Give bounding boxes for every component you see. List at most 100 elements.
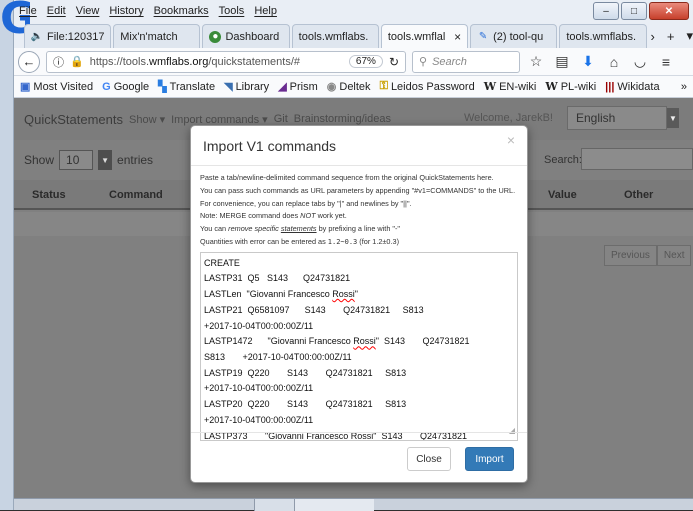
tab-label: File:120317 (47, 30, 105, 43)
dialog-header: Import V1 commands × (191, 126, 527, 166)
search-icon: ⚲ (419, 56, 428, 68)
help-line: You can remove specific statements by pr… (200, 224, 401, 234)
key-icon: ⚿ (379, 80, 388, 92)
reading-list-icon[interactable]: ▤ (552, 52, 572, 72)
bookmark-wikidata[interactable]: ||| Wikidata (605, 81, 659, 93)
col-command[interactable]: Command (109, 189, 163, 201)
hamburger-menu-icon[interactable]: ≡ (656, 52, 676, 72)
import-button[interactable]: Import (465, 447, 514, 471)
tab-label: tools.wmflabs. (298, 30, 369, 43)
help-line: Note: MERGE command does NOT work yet. (200, 211, 347, 221)
nav-import[interactable]: Import commands ▾ (171, 113, 268, 126)
search-field[interactable]: ⚲ Search (412, 50, 520, 73)
table-search-label: Search: (544, 154, 582, 166)
bookmark-en-wiki[interactable]: W EN-wiki (484, 80, 537, 93)
taskbar-segment (294, 499, 374, 511)
deltek-icon: ◉ (326, 81, 337, 93)
pocket-icon[interactable]: ◡ (630, 52, 650, 72)
bookmark-star-icon[interactable]: ☆ (526, 52, 546, 72)
home-icon[interactable]: ⌂ (604, 52, 624, 72)
menu-history[interactable]: History (109, 5, 143, 17)
tab-tool-qu[interactable]: ✎ (2) tool-qu (470, 24, 558, 48)
bottom-taskbar (14, 498, 693, 511)
back-arrow-icon[interactable]: ← (18, 50, 40, 73)
commands-text: CREATE LASTP31 Q5 S143 Q24731821 LASTLen… (204, 257, 470, 441)
help-line: For convenience, you can replace tabs by… (200, 198, 412, 208)
tab-tools-1[interactable]: tools.wmflabs. (291, 24, 379, 48)
nav-toolbar: ← ⓘ 🔒 https://tools.wmflabs.org/quicksta… (14, 48, 693, 76)
menu-file[interactable]: File (19, 5, 37, 17)
commands-textarea[interactable]: CREATE LASTP31 Q5 S143 Q24731821 LASTLen… (200, 251, 518, 441)
bookmark-pl-wiki[interactable]: W PL-wiki (545, 80, 596, 93)
tab-tools-2[interactable]: tools.wmflabs. (559, 24, 647, 48)
prism-icon: ◢ (278, 81, 287, 93)
wikipedia-icon: W (483, 80, 497, 93)
bookmark-google[interactable]: G Google (102, 81, 149, 93)
entries-select[interactable]: 10 (59, 150, 94, 170)
speaker-icon: 🔈 (30, 31, 44, 42)
bookmark-leidos[interactable]: ⚿ Leidos Password (380, 80, 475, 93)
col-other[interactable]: Other (624, 189, 653, 201)
language-select[interactable]: English (567, 106, 667, 130)
minimize-button[interactable]: – (593, 2, 619, 20)
tab-mixnmatch[interactable]: Mix'n'match (113, 24, 201, 48)
table-search-input[interactable] (581, 148, 693, 170)
tab-file[interactable]: 🔈 File:120317 (24, 24, 112, 48)
qs-brand[interactable]: QuickStatements (24, 112, 123, 127)
close-button[interactable]: Close (407, 447, 451, 471)
tab-bar: 🔈 File:120317 Mix'n'match ● Dashboard to… (14, 22, 693, 48)
menu-tools[interactable]: Tools (219, 5, 245, 17)
list-tabs-icon[interactable]: ▾ (686, 28, 693, 44)
tab-tools-active[interactable]: tools.wmflal × (380, 24, 469, 48)
bookmark-translate[interactable]: ▚ Translate (158, 80, 215, 94)
bookmark-prism[interactable]: ◢ Prism (278, 80, 318, 94)
nav-brainstorming[interactable]: Brainstorming/ideas (294, 113, 391, 125)
tab-label: tools.wmflal (387, 30, 446, 43)
chevron-down-icon[interactable]: ▼ (667, 108, 679, 128)
col-status[interactable]: Status (32, 189, 66, 201)
left-window-edge (0, 0, 14, 510)
welcome-text: Welcome, JarekB! (463, 112, 553, 124)
download-icon[interactable]: ⬇ (578, 52, 598, 72)
folder-icon: ▣ (20, 81, 31, 93)
next-button[interactable]: Next (656, 245, 692, 266)
tab-scroll-right-icon[interactable]: › (651, 29, 655, 44)
nav-show[interactable]: Show ▾ (129, 113, 165, 126)
more-bookmarks-icon[interactable]: » (681, 81, 687, 93)
zoom-indicator[interactable]: 67% (348, 55, 383, 68)
pagination: Previous Next (604, 245, 692, 266)
close-tab-icon[interactable]: × (454, 30, 461, 44)
close-icon[interactable]: × (507, 132, 515, 148)
help-line: Paste a tab/newline-delimited command se… (200, 173, 494, 182)
import-v1-dialog: Import V1 commands × Paste a tab/newline… (190, 125, 528, 483)
info-icon[interactable]: ⓘ (53, 54, 64, 70)
close-window-button[interactable]: ✕ (649, 2, 689, 20)
bookmark-deltek[interactable]: ◉ Deltek (326, 80, 371, 94)
dialog-footer: Close Import (191, 432, 527, 482)
menu-help[interactable]: Help (254, 5, 277, 17)
menu-edit[interactable]: Edit (47, 5, 66, 17)
url-bar[interactable]: ⓘ 🔒 https://tools.wmflabs.org/quickstate… (46, 50, 406, 73)
library-icon: ◥ (224, 81, 233, 93)
new-tab-icon[interactable]: + (667, 29, 675, 44)
menu-view[interactable]: View (76, 5, 100, 17)
wikidata-icon: ||| (605, 80, 615, 93)
sketch-icon: ✎ (478, 31, 488, 42)
nav-git[interactable]: Git (274, 113, 288, 125)
chevron-down-icon[interactable]: ▼ (98, 150, 113, 170)
url-text: https://tools.wmflabs.org/quickstatement… (89, 55, 301, 68)
tab-label: Dashboard (225, 30, 280, 43)
menu-bookmarks[interactable]: Bookmarks (154, 5, 209, 17)
col-value[interactable]: Value (548, 189, 577, 201)
entries-control: Show 10 ▼ entries (24, 150, 153, 170)
search-placeholder: Search (432, 55, 467, 68)
bookmark-most-visited[interactable]: ▣ Most Visited (20, 80, 93, 94)
tab-label: (2) tool-qu (493, 30, 544, 43)
dialog-title: Import V1 commands (203, 138, 337, 154)
maximize-button[interactable]: □ (621, 2, 647, 20)
reload-icon[interactable]: ↻ (389, 55, 399, 69)
previous-button[interactable]: Previous (604, 245, 657, 266)
show-label: Show (24, 153, 55, 167)
tab-dashboard[interactable]: ● Dashboard (202, 24, 290, 48)
bookmark-library[interactable]: ◥ Library (224, 80, 269, 94)
